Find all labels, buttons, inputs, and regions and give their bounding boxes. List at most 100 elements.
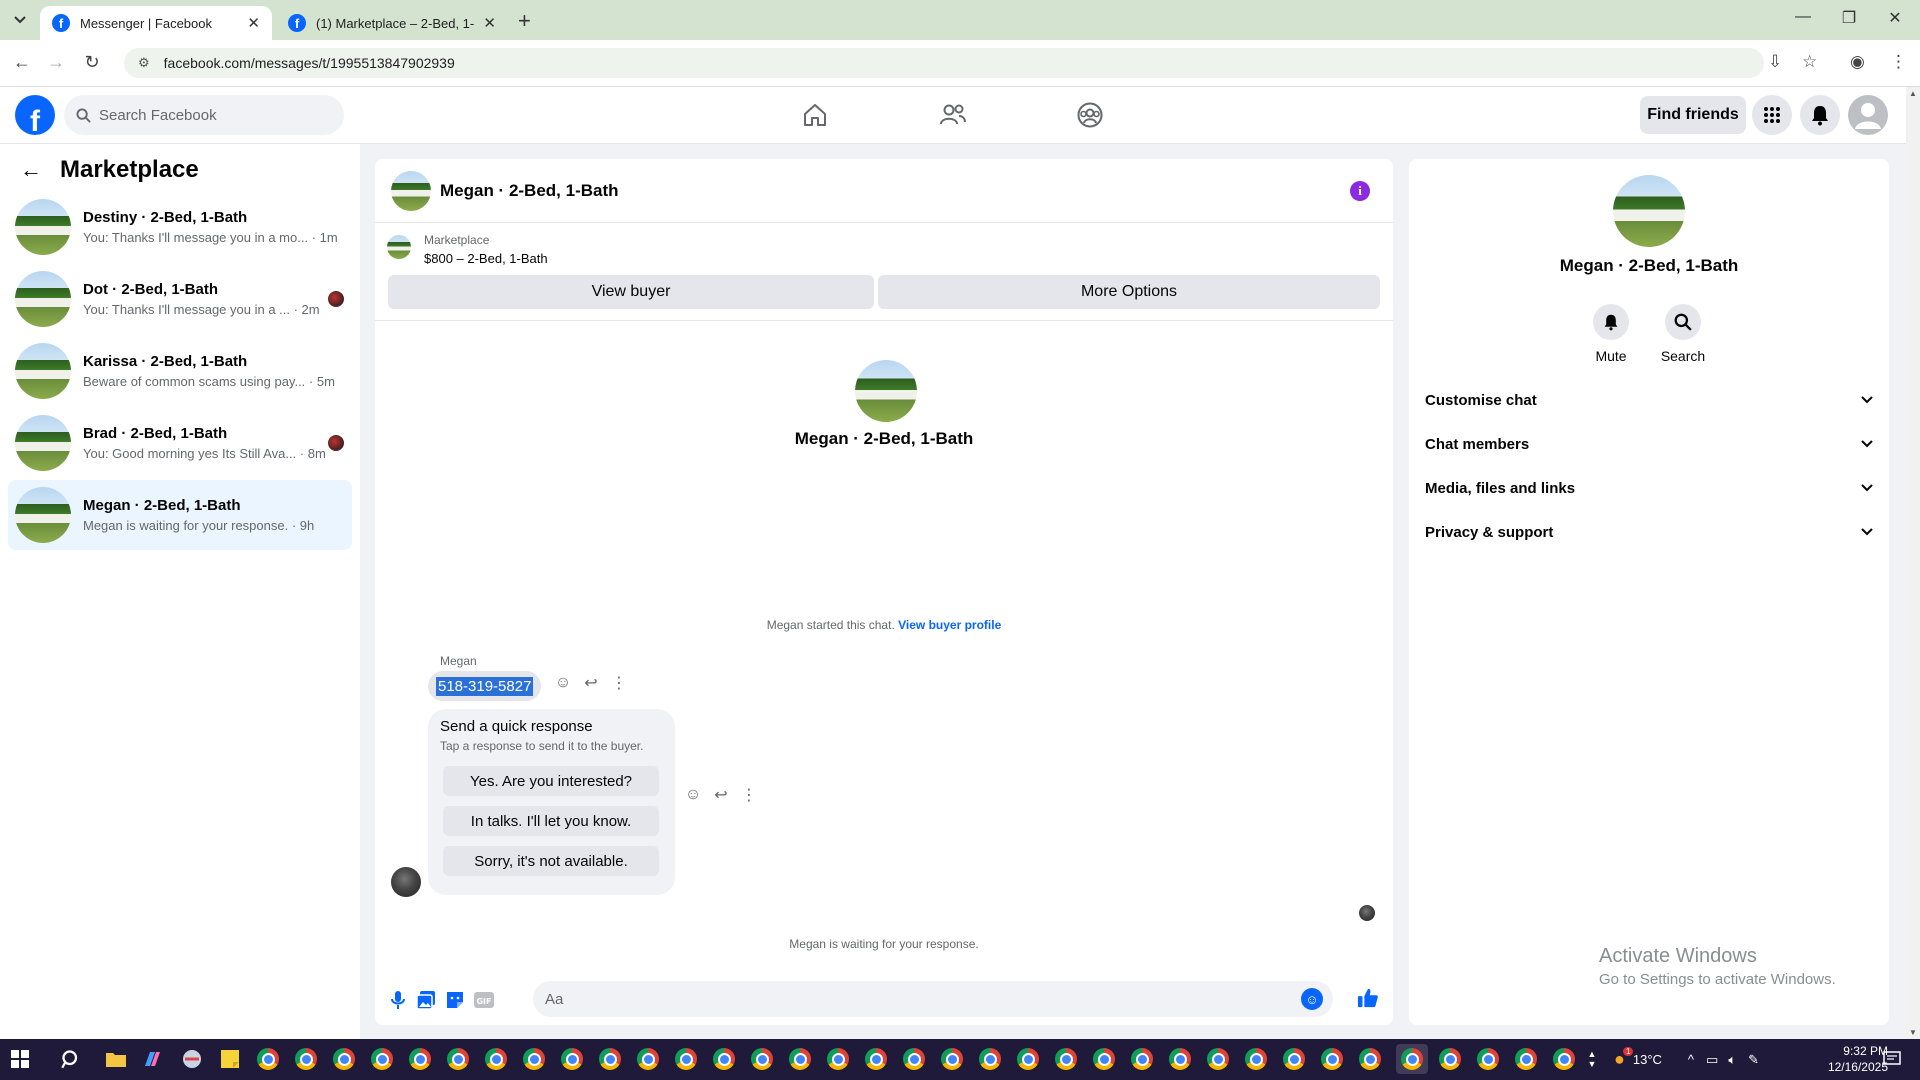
site-info-icon[interactable]: ⚙	[138, 55, 150, 71]
message-input[interactable]	[545, 990, 1265, 1008]
chrome-icon[interactable]	[1282, 1047, 1306, 1071]
notifications-bell-icon[interactable]	[1800, 95, 1840, 135]
friends-icon[interactable]	[933, 99, 973, 131]
message-bubble[interactable]: 518-319-5827	[428, 671, 542, 701]
chevron-up-icon[interactable]: ▲	[1588, 1049, 1597, 1059]
chrome-icon[interactable]	[370, 1047, 394, 1071]
chrome-icon[interactable]	[1320, 1047, 1344, 1071]
react-emoji-icon[interactable]: ☺	[549, 674, 577, 692]
section-privacy-support[interactable]: Privacy & support	[1425, 514, 1873, 550]
photo-icon[interactable]	[415, 989, 437, 1011]
view-buyer-profile-link[interactable]: View buyer profile	[898, 618, 1001, 632]
chat-item-karissa[interactable]: Karissa · 2-Bed, 1-Bath Beware of common…	[8, 336, 352, 406]
page-scrollbar[interactable]: ▲ ▼	[1906, 87, 1920, 1039]
chrome-icon[interactable]	[1438, 1047, 1462, 1071]
sender-avatar[interactable]	[391, 867, 421, 897]
close-tab-icon[interactable]: ✕	[483, 14, 496, 32]
file-explorer-icon[interactable]	[104, 1047, 128, 1071]
more-options-button[interactable]: More Options	[878, 275, 1380, 309]
thumbs-up-icon[interactable]	[1357, 987, 1379, 1009]
profile-icon[interactable]: ◉	[1850, 52, 1865, 72]
section-chat-members[interactable]: Chat members	[1425, 426, 1873, 462]
clock[interactable]: 9:32 PM 12/16/2025	[1818, 1043, 1888, 1075]
chrome-icon[interactable]	[1016, 1047, 1040, 1071]
search-action[interactable]: Search	[1653, 304, 1713, 364]
volume-icon[interactable]: 🔈︎	[1728, 1052, 1736, 1068]
conversation-name[interactable]: Megan · 2-Bed, 1-Bath	[440, 181, 619, 201]
home-icon[interactable]	[795, 99, 835, 131]
info-icon[interactable]: i	[1350, 181, 1370, 201]
chat-item-dot[interactable]: Dot · 2-Bed, 1-Bath You: Thanks I'll mes…	[8, 264, 352, 334]
tab-messenger[interactable]: f Messenger | Facebook ✕	[40, 6, 272, 40]
conversation-avatar[interactable]	[391, 171, 431, 211]
chrome-icon[interactable]	[1092, 1047, 1116, 1071]
chrome-icon[interactable]	[332, 1047, 356, 1071]
chevron-up-icon[interactable]: ^	[1688, 1052, 1694, 1067]
chrome-icon[interactable]	[902, 1047, 926, 1071]
reply-icon[interactable]: ↩	[707, 785, 735, 805]
chrome-icon[interactable]	[484, 1047, 508, 1071]
quick-reply-in-talks[interactable]: In talks. I'll let you know.	[443, 806, 659, 836]
chrome-icon[interactable]	[1552, 1047, 1576, 1071]
close-tab-icon[interactable]: ✕	[247, 14, 260, 32]
section-customise-chat[interactable]: Customise chat	[1425, 382, 1873, 418]
view-buyer-button[interactable]: View buyer	[388, 275, 874, 309]
back-arrow-icon[interactable]: ←	[20, 157, 42, 183]
chrome-icon[interactable]	[598, 1047, 622, 1071]
bookmark-star-icon[interactable]: ☆	[1802, 52, 1817, 72]
chrome-icon[interactable]	[1168, 1047, 1192, 1071]
chevron-down-icon[interactable]: ▼	[1588, 1059, 1597, 1069]
quick-reply-not-available[interactable]: Sorry, it's not available.	[443, 846, 659, 876]
find-friends-button[interactable]: Find friends	[1640, 96, 1746, 134]
groups-icon[interactable]	[1070, 99, 1110, 131]
search-icon[interactable]	[59, 1047, 83, 1071]
weather-icon[interactable]: ● 1	[1614, 1047, 1634, 1070]
chrome-icon[interactable]	[1476, 1047, 1500, 1071]
profile-avatar[interactable]	[1613, 175, 1685, 247]
chrome-icon[interactable]	[1514, 1047, 1538, 1071]
chrome-icon[interactable]	[1054, 1047, 1078, 1071]
chrome-icon[interactable]	[636, 1047, 660, 1071]
forward-arrow-icon[interactable]: →	[44, 52, 68, 73]
more-icon[interactable]: ⋮	[605, 673, 633, 693]
mute-action[interactable]: Mute	[1581, 304, 1641, 364]
quick-reply-interested[interactable]: Yes. Are you interested?	[443, 766, 659, 796]
facebook-search[interactable]	[64, 95, 344, 135]
listing-title[interactable]: $800 – 2-Bed, 1-Bath	[424, 251, 548, 266]
tab-search-button[interactable]	[10, 10, 30, 30]
chrome-icon[interactable]	[788, 1047, 812, 1071]
section-media-files-links[interactable]: Media, files and links	[1425, 470, 1873, 506]
minimize-button[interactable]: —	[1788, 8, 1818, 26]
pen-icon[interactable]: ✎	[1748, 1052, 1759, 1068]
chrome-icon[interactable]	[522, 1047, 546, 1071]
notifications-icon[interactable]	[1880, 1047, 1904, 1071]
tab-marketplace[interactable]: f (1) Marketplace – 2-Bed, 1-Bath ✕	[276, 6, 508, 40]
chrome-icon[interactable]	[1130, 1047, 1154, 1071]
chrome-icon[interactable]	[978, 1047, 1002, 1071]
chrome-icon[interactable]	[1396, 1044, 1428, 1074]
copilot-icon[interactable]	[140, 1047, 164, 1071]
chat-item-brad[interactable]: Brad · 2-Bed, 1-Bath You: Good morning y…	[8, 408, 352, 478]
menu-grid-icon[interactable]	[1752, 95, 1792, 135]
gif-icon[interactable]: GIF	[473, 989, 495, 1011]
facebook-logo-icon[interactable]: f	[15, 95, 55, 135]
chrome-icon[interactable]	[864, 1047, 888, 1071]
chrome-icon[interactable]	[408, 1047, 432, 1071]
chrome-icon[interactable]	[826, 1047, 850, 1071]
url-field[interactable]: ⚙ facebook.com/messages/t/19955138479029…	[124, 48, 1764, 78]
react-emoji-icon[interactable]: ☺	[679, 786, 707, 804]
sticky-notes-icon[interactable]	[218, 1047, 242, 1071]
new-tab-button[interactable]: +	[518, 8, 531, 34]
chrome-icon[interactable]	[1206, 1047, 1230, 1071]
close-window-button[interactable]: ✕	[1880, 8, 1910, 28]
chrome-icon[interactable]	[1358, 1047, 1382, 1071]
account-avatar-icon[interactable]	[1848, 95, 1888, 135]
search-input[interactable]	[99, 106, 329, 124]
windows-start-icon[interactable]	[8, 1047, 32, 1071]
scroll-down-icon[interactable]: ▼	[1909, 1028, 1917, 1037]
chrome-icon[interactable]	[294, 1047, 318, 1071]
weather-temp[interactable]: 13°C	[1633, 1052, 1662, 1067]
scroll-up-icon[interactable]: ▲	[1909, 89, 1917, 98]
sticker-icon[interactable]	[444, 989, 466, 1011]
listing-thumbnail[interactable]	[387, 235, 411, 259]
